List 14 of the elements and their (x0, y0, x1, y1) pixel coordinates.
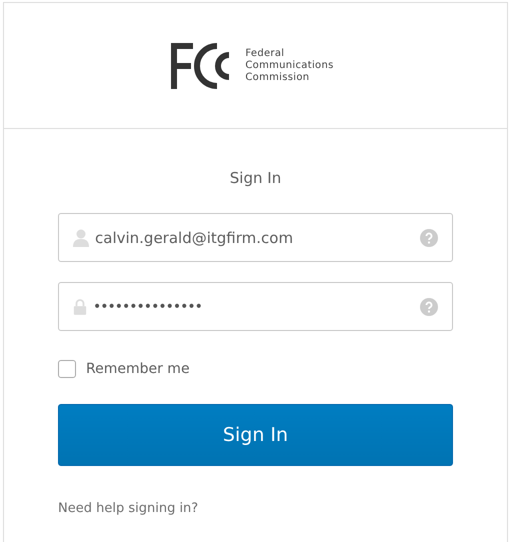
agency-name-line: Communications (245, 60, 334, 72)
user-icon (73, 228, 89, 246)
help-icon[interactable] (420, 228, 438, 246)
agency-name-line: Federal (245, 48, 286, 60)
remember-checkbox[interactable] (58, 360, 76, 378)
agency-name-line: Commission (245, 72, 310, 84)
remember-label: Remember me (86, 361, 190, 377)
help-link[interactable]: Need help signing in? (58, 501, 198, 516)
sign-in-button[interactable]: Sign In (58, 404, 453, 466)
username-field[interactable]: calvin.gerald@itgfirm.com (58, 213, 453, 262)
help-icon[interactable] (420, 298, 438, 316)
lock-icon (73, 298, 87, 316)
password-field[interactable]: ••••••••••••••• (58, 282, 453, 331)
form-title: Sign In (228, 169, 282, 189)
